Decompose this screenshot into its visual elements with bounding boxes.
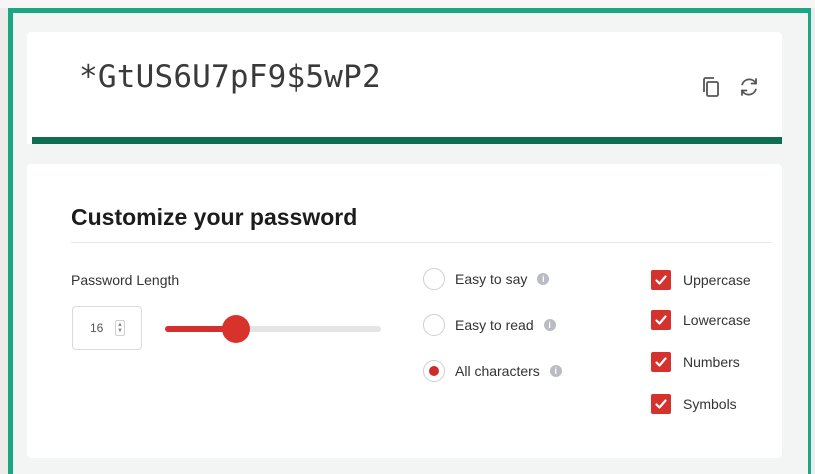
divider bbox=[71, 242, 771, 243]
checkbox-numbers[interactable]: Numbers bbox=[651, 352, 740, 372]
radio-easy-to-read[interactable]: Easy to read i bbox=[423, 314, 556, 336]
checkbox-uppercase[interactable]: Uppercase bbox=[651, 270, 751, 290]
generated-password[interactable]: *GtUS6U7pF9$5wP2 bbox=[79, 59, 381, 95]
length-value: 16 bbox=[90, 321, 104, 335]
checkbox-lowercase[interactable]: Lowercase bbox=[651, 310, 751, 330]
customize-card: Customize your password Password Length … bbox=[27, 164, 782, 458]
slider-thumb[interactable] bbox=[222, 315, 251, 343]
length-slider[interactable] bbox=[165, 315, 381, 343]
password-actions bbox=[698, 74, 762, 100]
radio-circle[interactable] bbox=[423, 268, 445, 290]
copy-icon[interactable] bbox=[698, 74, 724, 100]
password-length-label: Password Length bbox=[71, 272, 180, 288]
strength-bar bbox=[32, 137, 782, 144]
checkbox-symbols[interactable]: Symbols bbox=[651, 394, 737, 414]
refresh-icon[interactable] bbox=[736, 74, 762, 100]
checkbox-label: Numbers bbox=[683, 354, 740, 370]
radio-label: All characters bbox=[455, 363, 540, 379]
radio-easy-to-say[interactable]: Easy to say i bbox=[423, 268, 550, 290]
radio-label: Easy to read bbox=[455, 317, 534, 333]
length-stepper[interactable]: 16 ▲ ▼ bbox=[72, 306, 142, 350]
info-icon[interactable]: i bbox=[537, 273, 550, 285]
radio-label: Easy to say bbox=[455, 271, 528, 287]
radio-circle-selected[interactable] bbox=[423, 360, 445, 382]
info-icon[interactable]: i bbox=[549, 365, 562, 377]
checkbox-label: Lowercase bbox=[683, 312, 751, 328]
customize-title: Customize your password bbox=[71, 204, 358, 230]
radio-circle[interactable] bbox=[423, 314, 445, 336]
info-icon[interactable]: i bbox=[543, 319, 556, 331]
checkbox-checked-icon[interactable] bbox=[651, 394, 671, 414]
stepper-arrows-icon[interactable]: ▲ ▼ bbox=[115, 320, 125, 336]
password-display-card: *GtUS6U7pF9$5wP2 bbox=[27, 32, 782, 144]
checkbox-checked-icon[interactable] bbox=[651, 352, 671, 372]
checkbox-label: Uppercase bbox=[683, 272, 751, 288]
top-strip bbox=[0, 0, 815, 8]
checkbox-checked-icon[interactable] bbox=[651, 310, 671, 330]
checkbox-label: Symbols bbox=[683, 396, 737, 412]
checkbox-checked-icon[interactable] bbox=[651, 270, 671, 290]
radio-all-characters[interactable]: All characters i bbox=[423, 360, 562, 382]
